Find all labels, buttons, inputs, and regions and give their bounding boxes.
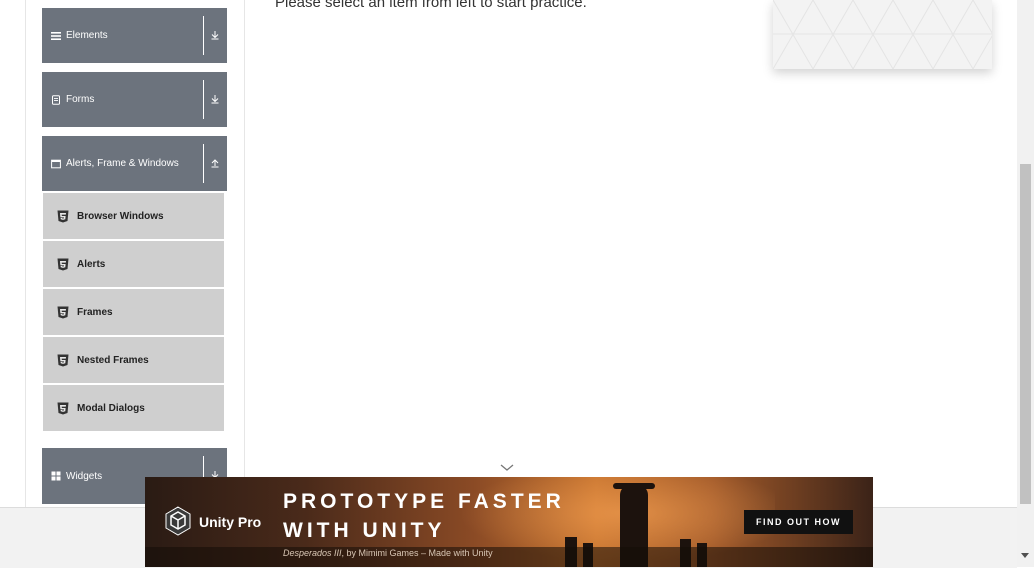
group-header-alerts-frame-windows[interactable]: Alerts, Frame & Windows bbox=[42, 136, 227, 191]
sidebar-item-label: Modal Dialogs bbox=[77, 402, 145, 414]
group-header-forms[interactable]: Forms bbox=[42, 72, 227, 127]
sidebar-item-browser-windows[interactable]: Browser Windows bbox=[43, 193, 224, 239]
ad-headline-line1: PROTOTYPE FASTER bbox=[283, 490, 565, 513]
sidebar-item-label: Alerts bbox=[77, 258, 106, 270]
divider bbox=[203, 80, 204, 119]
divider bbox=[203, 144, 204, 183]
html5-icon bbox=[56, 209, 70, 223]
group-label-alerts-frame-windows: Alerts, Frame & Windows bbox=[66, 158, 179, 169]
sidebar-item-label: Nested Frames bbox=[77, 354, 149, 366]
sidebar-item-label: Frames bbox=[77, 306, 113, 318]
sidebar-item-frames[interactable]: Frames bbox=[43, 289, 224, 335]
group-label-forms: Forms bbox=[66, 94, 95, 105]
ad-headline: PROTOTYPE FASTER WITH UNITY bbox=[283, 487, 583, 545]
window-icon bbox=[51, 159, 61, 169]
scroll-down-arrow-icon[interactable] bbox=[1021, 553, 1029, 558]
ad-ground bbox=[145, 547, 873, 567]
ad-banner[interactable]: Unity Pro PROTOTYPE FASTER WITH UNITY De… bbox=[145, 477, 873, 567]
ad-caption: Desperados III, by Mimimi Games – Made w… bbox=[283, 548, 493, 558]
ad-caption-title: Desperados III bbox=[283, 548, 342, 558]
ad-caption-rest: , by Mimimi Games – Made with Unity bbox=[341, 548, 493, 558]
list-icon bbox=[51, 31, 61, 41]
practice-instruction: Please select an item from left to start… bbox=[275, 0, 587, 11]
group-header-elements[interactable]: Elements bbox=[42, 8, 227, 63]
download-arrow-icon[interactable] bbox=[208, 92, 222, 106]
banner-image bbox=[773, 0, 992, 69]
scrollbar-thumb[interactable] bbox=[1020, 164, 1031, 504]
grid-icon bbox=[51, 471, 61, 481]
chevron-down-icon[interactable] bbox=[499, 463, 515, 473]
group-label-elements: Elements bbox=[66, 30, 108, 41]
form-icon bbox=[51, 94, 61, 105]
ad-brand: Unity Pro bbox=[199, 514, 262, 530]
find-out-how-button[interactable]: FIND OUT HOW bbox=[744, 510, 853, 534]
page-scrollbar[interactable] bbox=[1017, 0, 1034, 567]
html5-icon bbox=[56, 257, 70, 271]
divider bbox=[203, 16, 204, 55]
html5-icon bbox=[56, 401, 70, 415]
upload-arrow-icon[interactable] bbox=[208, 156, 222, 170]
html5-icon bbox=[56, 353, 70, 367]
ad-hat-silhouette bbox=[613, 483, 655, 489]
sidebar-item-label: Browser Windows bbox=[77, 210, 164, 222]
sidebar-item-modal-dialogs[interactable]: Modal Dialogs bbox=[43, 385, 224, 431]
ad-headline-line2: WITH UNITY bbox=[283, 519, 446, 542]
unity-logo-icon bbox=[164, 506, 192, 536]
html5-icon bbox=[56, 305, 70, 319]
sidebar-item-nested-frames[interactable]: Nested Frames bbox=[43, 337, 224, 383]
sidebar-item-alerts[interactable]: Alerts bbox=[43, 241, 224, 287]
group-label-widgets: Widgets bbox=[66, 470, 103, 482]
download-arrow-icon[interactable] bbox=[208, 28, 222, 42]
